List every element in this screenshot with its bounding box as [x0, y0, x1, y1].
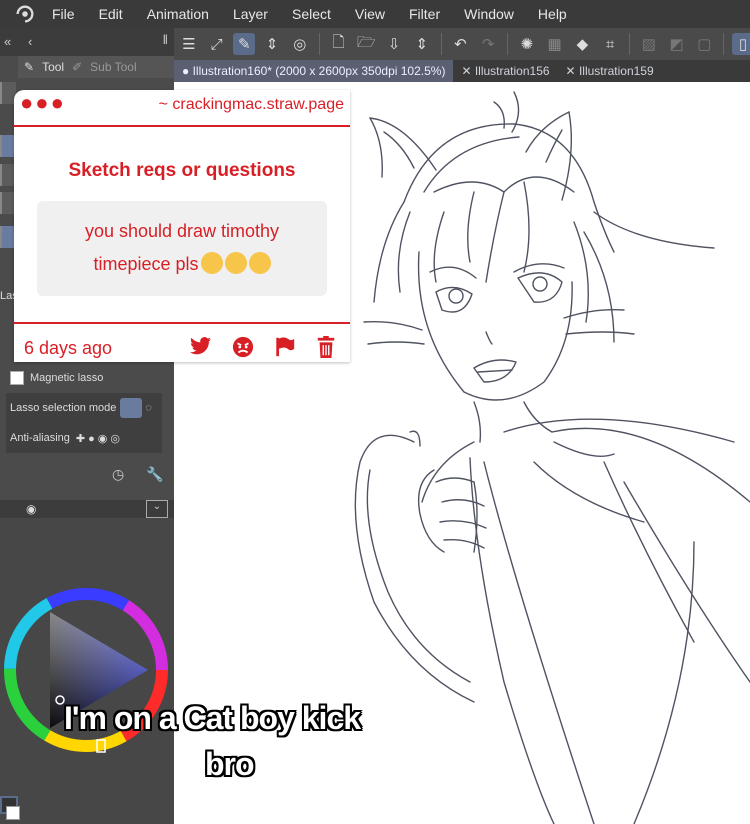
tab-tool[interactable]: Tool: [42, 60, 64, 74]
magnetic-lasso-row[interactable]: Magnetic lasso: [6, 366, 162, 390]
caption-line-1: I'm on a Cat boy kick: [64, 700, 361, 736]
menu-help[interactable]: Help: [538, 6, 567, 22]
lasso-mode-label: Lasso selection mode: [10, 402, 117, 414]
redo-icon[interactable]: ↷: [477, 33, 499, 55]
grid-icon[interactable]: ▦: [544, 33, 566, 55]
magnetic-lasso-label: Magnetic lasso: [30, 372, 104, 384]
menu-window[interactable]: Window: [464, 6, 514, 22]
grip-icon[interactable]: ‖: [163, 32, 168, 47]
trash-icon[interactable]: [316, 336, 336, 358]
color-panel: ◉ ⌄: [0, 500, 174, 824]
clock-icon[interactable]: ◷: [112, 466, 124, 483]
new-file-icon[interactable]: 🗋: [328, 33, 350, 55]
app-logo-icon: [16, 5, 34, 23]
menu-animation[interactable]: Animation: [147, 6, 209, 22]
magnetic-lasso-checkbox[interactable]: [10, 371, 24, 385]
sub-color-swatch[interactable]: [6, 806, 20, 820]
crop-icon[interactable]: ⌗: [599, 33, 621, 55]
command-bar: ☰ ⤢ ✎ ⇕ ◎ 🗋 🗁 ⇩ ⇕ ↶ ↷ ✺ ▦ ◆ ⌗ ▨ ◩ ▢ ▯: [174, 28, 750, 60]
chevron-left-icon[interactable]: ‹: [28, 34, 32, 49]
transform-icon[interactable]: ✎: [233, 33, 256, 55]
open-folder-icon[interactable]: 🗁: [355, 33, 377, 55]
menu-file[interactable]: File: [52, 6, 75, 22]
chevron-updown-icon[interactable]: ⇕: [261, 33, 283, 55]
twitter-icon[interactable]: [190, 336, 212, 356]
menu-edit[interactable]: Edit: [99, 6, 123, 22]
brush-icon: ✎: [24, 60, 35, 74]
pleading-face-emoji-icon: [200, 252, 223, 275]
loading-icon[interactable]: ✺: [516, 33, 538, 55]
color-wheel[interactable]: [0, 580, 174, 770]
card-divider-top: [14, 125, 350, 127]
menu-filter[interactable]: Filter: [409, 6, 440, 22]
tab-label: Illustration156: [474, 64, 550, 78]
fill-icon[interactable]: ◆: [572, 33, 594, 55]
spiral-icon[interactable]: ◎: [289, 33, 311, 55]
pattern-icon-2[interactable]: ◩: [666, 33, 688, 55]
tab-illustration159[interactable]: ✕ Illustration159: [558, 60, 662, 82]
angry-face-icon[interactable]: [232, 336, 254, 358]
tab-illustration160[interactable]: ● Illustration160* (2000 x 2600px 350dpi…: [174, 60, 454, 82]
tab-label: Illustration160* (2000 x 2600px 350dpi 1…: [192, 64, 446, 78]
pattern-icon[interactable]: ▨: [638, 33, 660, 55]
sub-tool-icon: ✐: [72, 60, 83, 74]
collapse-icon[interactable]: «: [4, 34, 11, 49]
tab-label: Illustration159: [578, 64, 654, 78]
toolbar-divider: [628, 33, 630, 55]
tool-tabs: ✎ Tool ✐ Sub Tool: [18, 56, 174, 78]
chevron-updown-icon-2[interactable]: ⇕: [411, 33, 433, 55]
toolbar-divider: [440, 33, 442, 55]
window-dots: ●●●: [20, 90, 66, 115]
question-card: ●●● ~ crackingmac.straw.page Sketch reqs…: [14, 90, 350, 362]
card-actions: [190, 336, 336, 358]
chevron-down-icon[interactable]: ⌄: [146, 500, 168, 518]
pleading-face-emoji-icon: [248, 252, 271, 275]
tab-illustration156[interactable]: ✕ Illustration156: [453, 60, 557, 82]
document-tabs: ● Illustration160* (2000 x 2600px 350dpi…: [174, 60, 750, 82]
anti-aliasing-row: Anti-aliasing ✚●◉◎: [6, 423, 162, 453]
menu-select[interactable]: Select: [292, 6, 331, 22]
toolbar-divider: [318, 33, 320, 55]
lasso-mode-freehand-button[interactable]: [120, 398, 143, 418]
frame-icon[interactable]: ▢: [693, 33, 715, 55]
card-title: Sketch reqs or questions: [68, 160, 296, 181]
menu-view[interactable]: View: [355, 6, 385, 22]
post-time: 6 days ago: [24, 338, 113, 358]
save-icon[interactable]: ⇩: [383, 33, 405, 55]
flag-icon[interactable]: [274, 336, 296, 358]
site-url[interactable]: ~ crackingmac.straw.page: [159, 96, 344, 114]
tab-sub-tool[interactable]: Sub Tool: [90, 60, 136, 74]
toolbar-divider: [507, 33, 509, 55]
resize-icon[interactable]: ⤢: [206, 33, 228, 55]
color-wheel-tab[interactable]: ◉: [26, 502, 36, 516]
message-line-1: you should draw timothy: [84, 221, 280, 241]
hamburger-icon[interactable]: ☰: [178, 33, 200, 55]
anti-aliasing-label: Anti-aliasing: [10, 432, 70, 444]
lasso-mode-row: Lasso selection mode ◌: [6, 393, 162, 423]
lasso-mode-polyline-button[interactable]: ◌: [145, 402, 152, 414]
card-divider-bottom: [14, 322, 350, 324]
pleading-face-emoji-icon: [224, 252, 247, 275]
color-panel-header: ◉ ⌄: [0, 500, 174, 518]
wrench-icon[interactable]: 🔧: [146, 466, 163, 483]
menu-bar: File Edit Animation Layer Select View Fi…: [0, 0, 750, 28]
message-line-2: timepiece pls: [93, 254, 199, 274]
menu-layer[interactable]: Layer: [233, 6, 268, 22]
toolbar-divider: [723, 33, 725, 55]
caption-line-2: bro: [205, 746, 255, 782]
panel-header: « ‹ ‖: [0, 28, 174, 56]
anti-aliasing-options[interactable]: ✚●◉◎: [76, 432, 123, 445]
selection-icon[interactable]: ▯: [732, 33, 750, 55]
undo-icon[interactable]: ↶: [450, 33, 472, 55]
message-box: you should draw timothy timepiece pls: [37, 201, 327, 296]
